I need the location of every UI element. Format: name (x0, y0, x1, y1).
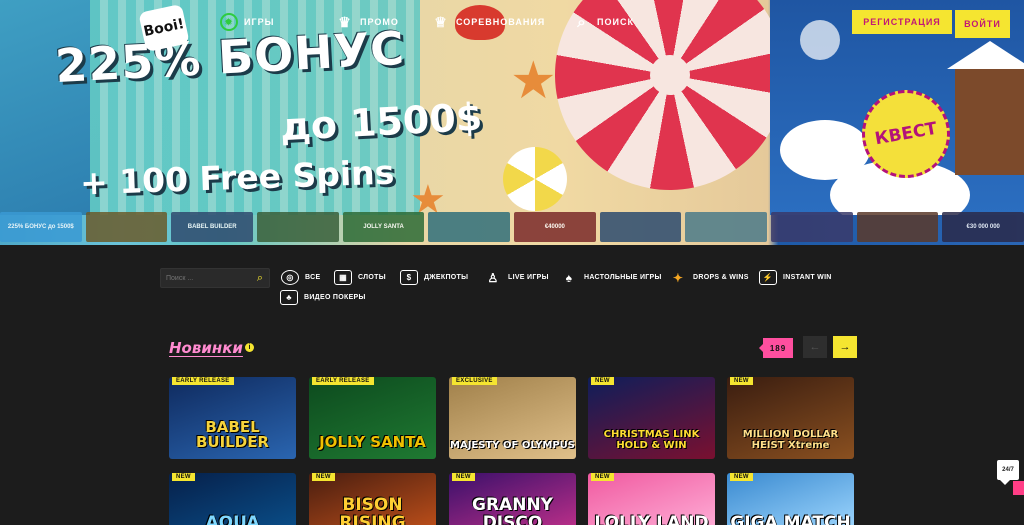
games-count-badge: 189 (759, 338, 793, 358)
game-title: MILLION DOLLAR HEIST Xtreme (742, 429, 839, 451)
support-chat-button[interactable]: 24/7 (997, 460, 1019, 485)
game-badge: NEW (452, 473, 475, 481)
jackpot-icon: $ (400, 270, 418, 285)
promo-strip-thumb[interactable] (257, 212, 339, 242)
nav-item-tournaments[interactable]: ♕ СОРЕВНОВАНИЯ (432, 12, 545, 32)
category-table-games[interactable]: ♠ НАСТОЛЬНЫЕ ИГРЫ (560, 270, 662, 285)
category-label: INSTANT WIN (783, 274, 832, 281)
casino-page: ★ ★ КВЕСТ 225% БОНУС до 1500$ + 100 Free… (0, 0, 1024, 525)
game-card[interactable]: NEW BISON RISING (309, 473, 436, 525)
game-title: BISON RISING (339, 495, 406, 525)
category-instant-win[interactable]: ⚡ INSTANT WIN (759, 270, 832, 285)
game-card[interactable]: NEW CHRISTMAS LINK HOLD & WIN (588, 377, 715, 459)
promo-strip-thumb[interactable]: JOLLY SANTA (342, 212, 425, 242)
game-title: AQUA (205, 513, 260, 525)
nav-item-label: ПОИСК (597, 17, 634, 27)
game-badge: EARLY RELEASE (172, 377, 234, 385)
game-badge: EXCLUSIVE (452, 377, 497, 385)
promo-amount: до 1500$ (278, 94, 484, 150)
promo-strip-thumb[interactable]: 225% БОНУС до 1500$ (0, 212, 82, 242)
game-badge: EARLY RELEASE (312, 377, 374, 385)
register-button[interactable]: РЕГИСТРАЦИЯ (852, 10, 952, 34)
game-card[interactable]: EARLY RELEASE BABEL BUILDER (169, 377, 296, 459)
game-card[interactable]: NEW GRANNY DISCO (449, 473, 576, 525)
category-video-poker[interactable]: ♣ ВИДЕО ПОКЕРЫ (280, 290, 366, 305)
search-icon[interactable]: ⌕ (257, 272, 263, 285)
house-image (947, 41, 1024, 175)
chat-tag (1013, 481, 1024, 495)
next-page-button[interactable]: → (833, 336, 857, 358)
game-card[interactable]: NEW LOLLY LAND (588, 473, 715, 525)
all-games-icon: ◎ (281, 270, 299, 285)
promo-games-strip: 225% БОНУС до 1500$ BABEL BUILDER JOLLY SA… (0, 212, 1024, 244)
game-title: GRANNY DISCO (472, 495, 553, 525)
nav-item-games[interactable]: ✹ ИГРЫ (220, 12, 274, 32)
promo-strip-thumb[interactable] (771, 212, 853, 242)
beach-ball-image (503, 147, 567, 211)
top-nav: Booi! ✹ ИГРЫ ♛ ПРОМО ♕ СОРЕВНОВАНИЯ ⌕ ПО… (0, 0, 1024, 53)
nav-item-label: ПРОМО (360, 17, 399, 27)
game-title: BABEL BUILDER (195, 417, 269, 452)
nav-item-search[interactable]: ⌕ ПОИСК (573, 12, 634, 32)
category-label: LIVE ИГРЫ (508, 274, 549, 281)
live-dealer-icon: ♙ (487, 270, 499, 285)
game-title: CHRISTMAS LINK HOLD & WIN (603, 429, 700, 451)
category-slots[interactable]: ▦ СЛОТЫ (334, 270, 386, 285)
prev-page-button[interactable]: ← (803, 336, 827, 358)
game-title: LOLLY LAND (594, 513, 709, 525)
category-all[interactable]: ◎ ВСЕ (281, 270, 320, 285)
category-label: ДЖЕКПОТЫ (424, 274, 469, 281)
video-poker-icon: ♣ (280, 290, 298, 305)
login-button[interactable]: ВОЙТИ (955, 10, 1010, 38)
game-card[interactable]: NEW GIGA MATCH (727, 473, 854, 525)
game-card[interactable]: NEW AQUA (169, 473, 296, 525)
promo-strip-thumb[interactable] (428, 212, 511, 242)
slot-machine-icon: ▦ (334, 270, 352, 285)
nav-item-promo[interactable]: ♛ ПРОМО (336, 12, 399, 32)
game-title: MAJESTY OF OLYMPUS (450, 439, 575, 451)
crown-icon: ♛ (338, 13, 352, 30)
game-badge: NEW (591, 377, 614, 385)
category-label: ВСЕ (305, 274, 321, 281)
promo-strip-thumb[interactable] (85, 212, 168, 242)
promo-strip-thumb[interactable] (856, 212, 939, 242)
section-title-new[interactable]: Новинки (169, 339, 243, 357)
category-jackpots[interactable]: $ ДЖЕКПОТЫ (400, 270, 468, 285)
nav-item-label: ИГРЫ (244, 17, 275, 27)
game-badge: NEW (591, 473, 614, 481)
category-label: СЛОТЫ (358, 274, 386, 281)
promo-strip-thumb[interactable]: €40000 (514, 212, 596, 242)
starfish-icon: ★ (510, 52, 557, 110)
promo-strip-thumb[interactable]: €30 000 000 (942, 212, 1024, 242)
game-card[interactable]: EARLY RELEASE JOLLY SANTA (309, 377, 436, 459)
game-badge: NEW (172, 473, 195, 481)
game-badge: NEW (730, 473, 753, 481)
table-games-icon: ♠ (565, 270, 573, 285)
game-search-box[interactable]: ⌕ (160, 268, 270, 288)
search-icon: ⌕ (577, 13, 587, 31)
game-title: JOLLY SANTA (319, 433, 426, 452)
game-title: GIGA MATCH (730, 513, 851, 525)
info-icon[interactable]: i (245, 343, 254, 352)
game-search-input[interactable] (166, 274, 246, 282)
category-label: ВИДЕО ПОКЕРЫ (304, 294, 366, 301)
game-card[interactable]: NEW MILLION DOLLAR HEIST Xtreme (727, 377, 854, 459)
category-drops-wins[interactable]: ✦ DROPS & WINS (669, 270, 749, 285)
instant-win-icon: ⚡ (759, 270, 777, 285)
slots-coin-icon: ✹ (220, 13, 238, 31)
drops-wins-icon: ✦ (672, 270, 684, 285)
trophy-icon: ♕ (434, 13, 448, 30)
promo-strip-thumb[interactable] (685, 212, 768, 242)
category-label: DROPS & WINS (693, 274, 749, 281)
promo-strip-thumb[interactable]: BABEL BUILDER (171, 212, 254, 242)
category-label: НАСТОЛЬНЫЕ ИГРЫ (584, 274, 662, 281)
promo-strip-thumb[interactable] (599, 212, 682, 242)
game-card[interactable]: EXCLUSIVE MAJESTY OF OLYMPUS (449, 377, 576, 459)
game-badge: NEW (730, 377, 753, 385)
nav-item-label: СОРЕВНОВАНИЯ (456, 17, 546, 27)
category-live[interactable]: ♙ LIVE ИГРЫ (484, 270, 549, 285)
game-badge: NEW (312, 473, 335, 481)
